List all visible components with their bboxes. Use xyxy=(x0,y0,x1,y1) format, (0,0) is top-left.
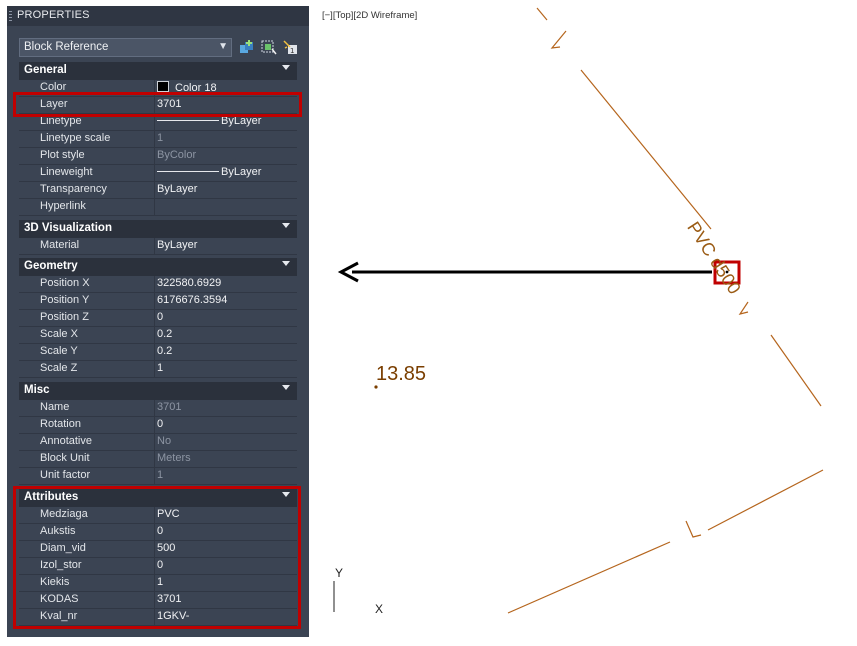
property-row-scale-y[interactable]: Scale Y 0.2 xyxy=(19,344,297,361)
toggle-pickadd-icon[interactable]: 1 xyxy=(282,39,299,56)
palette-title: PROPERTIES xyxy=(17,9,90,21)
property-key: Block Unit xyxy=(40,452,90,464)
section-misc[interactable]: Misc xyxy=(19,382,297,400)
property-row-position-z[interactable]: Position Z 0 xyxy=(19,310,297,327)
collapse-arrow-icon[interactable] xyxy=(282,261,290,266)
property-row-scale-x[interactable]: Scale X 0.2 xyxy=(19,327,297,344)
section-3d-visualization[interactable]: 3D Visualization xyxy=(19,220,297,238)
property-row-rotation[interactable]: Rotation 0 xyxy=(19,417,297,434)
grip-icon[interactable] xyxy=(9,11,12,22)
property-value[interactable]: ByLayer xyxy=(157,183,197,195)
collapse-arrow-icon[interactable] xyxy=(282,65,290,70)
property-value[interactable]: ByLayer xyxy=(157,239,197,251)
property-row-block-unit[interactable]: Block Unit Meters xyxy=(19,451,297,468)
ucs-y-label: Y xyxy=(335,566,344,580)
property-row-annotative[interactable]: Annotative No xyxy=(19,434,297,451)
highlight-layer-row xyxy=(13,92,302,117)
property-key: Unit factor xyxy=(40,469,91,481)
property-value[interactable]: 1 xyxy=(157,469,163,481)
property-value[interactable]: Meters xyxy=(157,452,191,464)
property-value[interactable]: 1 xyxy=(157,362,163,374)
highlight-attributes-section xyxy=(13,486,301,629)
property-row-transparency[interactable]: Transparency ByLayer xyxy=(19,182,297,199)
property-value[interactable]: No xyxy=(157,435,171,447)
property-row-hyperlink[interactable]: Hyperlink xyxy=(19,199,297,216)
chevron-down-icon: ▼ xyxy=(218,41,228,52)
property-value[interactable]: 0.2 xyxy=(157,345,172,357)
section-geometry[interactable]: Geometry xyxy=(19,258,297,276)
property-value[interactable]: 3701 xyxy=(157,401,181,413)
viewport-controls-label[interactable]: [−][Top][2D Wireframe] xyxy=(322,10,417,21)
property-key: Position X xyxy=(40,277,90,289)
property-key: Name xyxy=(40,401,70,413)
property-key: Annotative xyxy=(40,435,92,447)
property-key: Position Y xyxy=(40,294,90,306)
spot-elevation-label: 13.85 xyxy=(376,363,427,385)
property-row-position-y[interactable]: Position Y 6176676.3594 xyxy=(19,293,297,310)
property-key: Position Z xyxy=(40,311,89,323)
ucs-x-label: X xyxy=(375,602,384,616)
property-value[interactable]: 0.2 xyxy=(157,328,172,340)
linetype-sample xyxy=(157,120,219,121)
property-key: Lineweight xyxy=(40,166,93,178)
color-swatch xyxy=(157,81,169,92)
property-key: Material xyxy=(40,239,80,251)
property-key: Scale X xyxy=(40,328,78,340)
property-row-linetype-scale[interactable]: Linetype scale 1 xyxy=(19,131,297,148)
property-key: Hyperlink xyxy=(40,200,86,212)
property-value[interactable]: 322580.6929 xyxy=(157,277,221,289)
lineweight-sample xyxy=(157,171,219,172)
section-label: Misc xyxy=(24,384,50,396)
property-row-material[interactable]: Material ByLayer xyxy=(19,238,297,255)
property-value[interactable]: 0 xyxy=(157,418,163,430)
quick-select-icon[interactable] xyxy=(260,39,277,56)
section-label: General xyxy=(24,64,67,76)
property-key: Scale Y xyxy=(40,345,78,357)
drawing-canvas[interactable] xyxy=(309,0,857,646)
palette-title-bar[interactable]: PROPERTIES xyxy=(7,6,309,26)
property-row-plot-style[interactable]: Plot style ByColor xyxy=(19,148,297,165)
property-value[interactable]: 0 xyxy=(157,311,163,323)
property-value[interactable]: 6176676.3594 xyxy=(157,294,227,306)
property-row-unit-factor[interactable]: Unit factor 1 xyxy=(19,468,297,485)
property-value[interactable]: ByColor xyxy=(157,149,196,161)
property-row-lineweight[interactable]: Lineweight ByLayer xyxy=(19,165,297,182)
section-label: 3D Visualization xyxy=(24,222,112,234)
property-row-scale-z[interactable]: Scale Z 1 xyxy=(19,361,297,378)
property-key: Rotation xyxy=(40,418,81,430)
collapse-arrow-icon[interactable] xyxy=(282,385,290,390)
collapse-arrow-icon[interactable] xyxy=(282,223,290,228)
property-value[interactable]: 1 xyxy=(157,132,163,144)
property-row-position-x[interactable]: Position X 322580.6929 xyxy=(19,276,297,293)
property-key: Scale Z xyxy=(40,362,78,374)
property-value[interactable]: ByLayer xyxy=(157,166,261,178)
object-type-dropdown[interactable]: Block Reference ▼ xyxy=(19,38,232,57)
object-type-value: Block Reference xyxy=(24,41,109,53)
section-general[interactable]: General xyxy=(19,62,297,80)
add-selected-icon[interactable] xyxy=(238,39,255,56)
property-row-name[interactable]: Name 3701 xyxy=(19,400,297,417)
property-key: Transparency xyxy=(40,183,107,195)
section-label: Geometry xyxy=(24,260,78,272)
property-key: Linetype scale xyxy=(40,132,111,144)
svg-text:1: 1 xyxy=(290,47,294,55)
property-key: Plot style xyxy=(40,149,85,161)
